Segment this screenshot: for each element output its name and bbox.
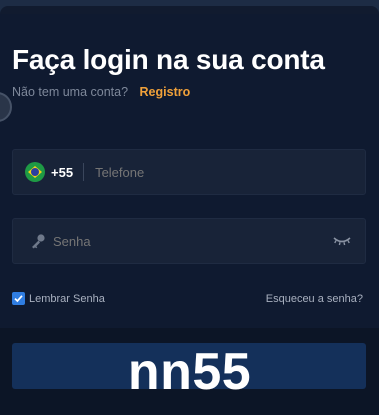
remember-password[interactable]: Lembrar Senha [12, 292, 105, 305]
register-link[interactable]: Registro [140, 85, 191, 99]
phone-field[interactable]: +55 [12, 149, 366, 195]
remember-label: Lembrar Senha [29, 292, 105, 305]
checkmark-icon [14, 295, 23, 303]
brand-watermark: nn55 [127, 343, 252, 401]
register-prompt: Não tem uma conta? Registro [12, 85, 190, 99]
phone-input[interactable] [95, 164, 336, 180]
field-divider [83, 163, 85, 181]
key-icon [32, 234, 45, 249]
page-title: Faça login na sua conta [12, 44, 325, 75]
password-field[interactable] [12, 218, 366, 264]
country-code[interactable]: +55 [51, 165, 73, 180]
eye-closed-icon[interactable] [333, 235, 351, 247]
top-edge [0, 0, 379, 14]
no-account-text: Não tem uma conta? [12, 85, 129, 99]
forgot-password-link[interactable]: Esqueceu a senha? [266, 293, 363, 305]
password-input[interactable] [53, 233, 303, 249]
brazil-flag-icon[interactable] [25, 162, 45, 182]
remember-checkbox[interactable] [12, 292, 25, 305]
side-handle[interactable] [0, 92, 12, 122]
